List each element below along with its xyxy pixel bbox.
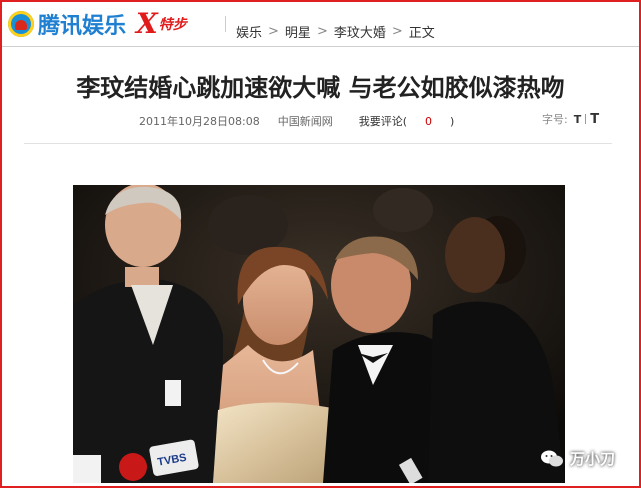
site-logo[interactable]: 腾讯娱乐 X 特步	[8, 8, 187, 40]
article-photo: TVBS	[73, 185, 565, 483]
title-divider	[24, 143, 612, 144]
font-large-button[interactable]: T	[590, 112, 599, 127]
sponsor-x-mark: X	[136, 7, 158, 40]
breadcrumb: 娱乐 > 明星 > 李玟大婚 > 正文	[236, 22, 435, 41]
breadcrumb-separator: >	[391, 24, 403, 39]
watermark-text: 万小刀	[570, 450, 616, 468]
tencent-logo-icon	[8, 11, 34, 37]
sponsor-brand[interactable]: X 特步	[136, 10, 187, 38]
page-frame: 腾讯娱乐 X 特步 娱乐 > 明星 > 李玟大婚 > 正文 李玟结婚心跳加速欲大…	[0, 0, 641, 488]
breadcrumb-item-current: 正文	[408, 26, 435, 41]
photo-illustration: TVBS	[73, 185, 565, 483]
watermark: 万小刀	[540, 448, 615, 469]
font-size-divider	[585, 114, 587, 124]
wechat-icon	[541, 450, 563, 466]
article-date: 2011年10月28日08:08	[139, 115, 260, 128]
font-size-control: 字号: T T	[542, 111, 599, 127]
logo-text: 腾讯娱乐	[38, 14, 127, 39]
font-size-label: 字号:	[542, 113, 568, 126]
breadcrumb-item-ent[interactable]: 娱乐	[236, 22, 262, 41]
breadcrumb-separator: >	[316, 24, 328, 39]
sponsor-text: 特步	[158, 17, 187, 33]
article-meta: 2011年10月28日08:08 中国新闻网 我要评论( 0)	[139, 113, 490, 129]
breadcrumb-separator: >	[268, 24, 279, 39]
breadcrumb-item-stars[interactable]: 明星	[285, 22, 311, 41]
comment-close: )	[450, 115, 455, 128]
breadcrumb-item-topic[interactable]: 李玟大婚	[334, 22, 386, 41]
site-header: 腾讯娱乐 X 特步 娱乐 > 明星 > 李玟大婚 > 正文	[2, 2, 639, 47]
article-title: 李玟结婚心跳加速欲大喊 与老公如胶似漆热吻	[76, 74, 565, 102]
comment-count: 0	[425, 115, 432, 128]
comment-link[interactable]: 我要评论( 0)	[359, 113, 473, 129]
header-divider	[225, 16, 226, 32]
comment-label: 我要评论(	[358, 115, 407, 128]
font-small-button[interactable]: T	[574, 113, 582, 126]
article-source[interactable]: 中国新闻网	[278, 113, 333, 129]
